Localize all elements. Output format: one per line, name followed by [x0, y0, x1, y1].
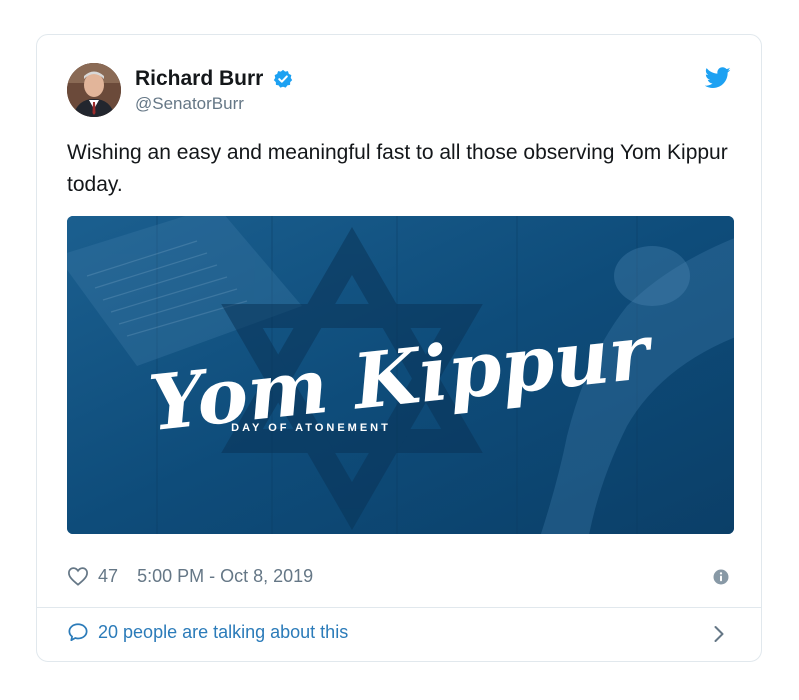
info-icon[interactable] — [713, 569, 729, 585]
verified-badge-icon — [273, 69, 293, 89]
tweet-meta: 47 5:00 PM - Oct 8, 2019 — [67, 565, 731, 591]
like-count[interactable]: 47 — [98, 566, 118, 587]
card-divider — [37, 607, 761, 608]
tweet-card[interactable]: Richard Burr @SenatorBurr Wishing an eas… — [36, 34, 762, 662]
author-handle[interactable]: @SenatorBurr — [135, 94, 293, 114]
avatar[interactable] — [67, 63, 121, 117]
twitter-bird-icon[interactable] — [704, 67, 731, 89]
tweet-text: Wishing an easy and meaningful fast to a… — [67, 141, 728, 196]
tweet-media-image[interactable]: Yom Kippur DAY OF ATONEMENT — [67, 216, 734, 534]
heart-icon[interactable] — [67, 566, 89, 586]
media-subtitle: DAY OF ATONEMENT — [231, 422, 391, 434]
tweet-timestamp[interactable]: 5:00 PM - Oct 8, 2019 — [137, 566, 313, 587]
author-names: Richard Burr @SenatorBurr — [135, 67, 293, 114]
talking-about-link[interactable]: 20 people are talking about this — [98, 622, 348, 643]
speech-bubble-icon — [67, 622, 89, 642]
tweet-footer[interactable]: 20 people are talking about this — [67, 621, 731, 649]
tweet-header: Richard Burr @SenatorBurr — [67, 63, 731, 119]
display-name[interactable]: Richard Burr — [135, 67, 263, 91]
chevron-right-icon[interactable] — [713, 625, 725, 643]
